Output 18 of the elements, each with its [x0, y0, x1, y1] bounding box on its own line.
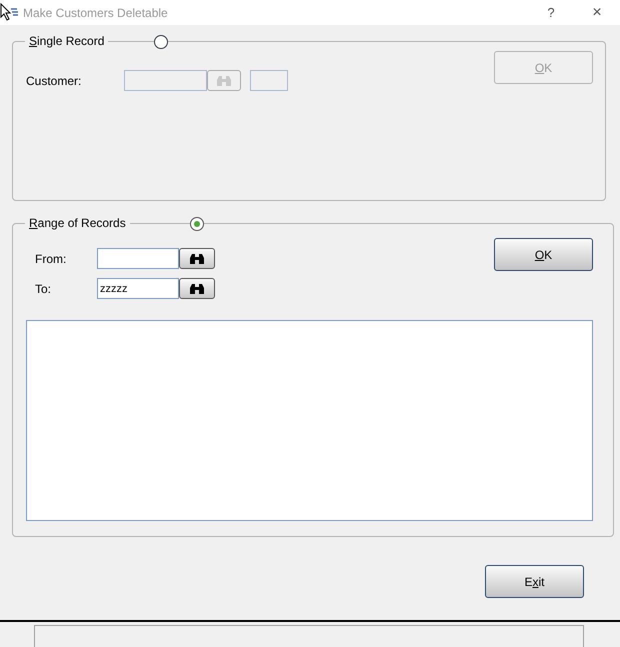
binoculars-icon	[189, 252, 205, 264]
group-label: Range of Records	[25, 216, 130, 230]
exit-button[interactable]: Exit	[485, 565, 584, 598]
field-label: To:	[35, 280, 52, 298]
field-label: From:	[35, 250, 68, 268]
ok-button[interactable]: OK	[494, 238, 593, 271]
search-button[interactable]	[179, 278, 215, 299]
search-button[interactable]	[179, 248, 215, 269]
from-field[interactable]	[97, 248, 179, 269]
close-button[interactable]: ×	[587, 0, 607, 24]
binoculars-icon	[189, 282, 205, 294]
radio-button[interactable]	[190, 217, 204, 231]
field-label: Customer:	[26, 72, 82, 90]
help-button[interactable]: ?	[541, 2, 561, 22]
window-title: Make Customers Deletable	[23, 4, 168, 22]
to-field[interactable]: zzzzz	[97, 278, 179, 299]
binoculars-icon	[216, 74, 232, 86]
group-label: Single Record	[25, 34, 108, 48]
